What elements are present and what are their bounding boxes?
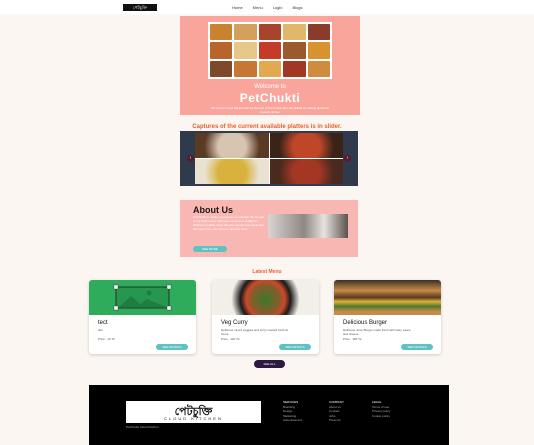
- menu-card[interactable]: Veg Curry Delicious mixed veggies and cu…: [212, 280, 319, 354]
- card-title: Delicious Burger: [343, 320, 388, 326]
- footer-link[interactable]: Cookie policy: [372, 414, 390, 419]
- footer-legal-column: LEGAL Terms of use Privacy policy Cookie…: [372, 400, 390, 418]
- slider-caption: Captures of the current available platte…: [192, 124, 342, 130]
- about-paragraph: PetChukti is made on purpose to entertai…: [193, 215, 265, 231]
- footer-company-column: COMPANY About us Contact Jobs Press kit: [329, 400, 344, 423]
- footer: পেটচুক্তি CLOUD KITCHEN PetChukti Cloud …: [89, 385, 449, 445]
- about-heading: About Us: [193, 205, 233, 215]
- nav-link-menu[interactable]: Menu: [253, 5, 263, 10]
- card-title: tect: [98, 320, 108, 326]
- card-details-button[interactable]: SEE DETAILS: [279, 344, 311, 350]
- hero-subtitle: We Deliver Food Made fresh by Women of t…: [210, 106, 330, 114]
- footer-link[interactable]: Advertisement: [283, 418, 302, 423]
- about-see-more-button[interactable]: SEE MORE: [193, 246, 227, 252]
- platter-slider[interactable]: ‹ ›: [180, 131, 358, 186]
- see-all-button[interactable]: SEE ALL: [254, 360, 285, 368]
- card-price: Price : 10 Tk: [98, 337, 115, 341]
- about-section: About Us PetChukti is made on purpose to…: [180, 200, 358, 257]
- menu-card[interactable]: Delicious Burger Delicious Juicy Burger …: [334, 280, 441, 354]
- platter-slide-image: [195, 133, 343, 184]
- slider-prev-button[interactable]: ‹: [187, 155, 194, 162]
- latest-menu-heading: Latest Menu: [252, 269, 282, 275]
- hero-welcome-text: Welcome to: [254, 84, 286, 90]
- footer-services-column: SERVICES Branding Design Marketing Adver…: [283, 400, 302, 423]
- card-description: Delicious mixed veggies and curry cooked…: [221, 328, 288, 336]
- hero-title: PetChukti: [239, 91, 301, 105]
- card-details-button[interactable]: SEE DETAILS: [156, 344, 188, 350]
- footer-column-heading: COMPANY: [329, 400, 344, 404]
- food-collage-image: [208, 22, 332, 79]
- card-details-button[interactable]: SEE DETAILS: [401, 344, 433, 350]
- image-placeholder-icon: [89, 280, 196, 315]
- footer-link[interactable]: Press kit: [329, 418, 344, 423]
- card-description: abc: [98, 328, 103, 332]
- nav-link-blogs[interactable]: Blogs: [292, 5, 302, 10]
- hero-banner: Welcome to PetChukti We Deliver Food Mad…: [180, 16, 360, 115]
- nav-link-home[interactable]: Home: [232, 5, 243, 10]
- footer-link[interactable]: Privacy policy: [372, 409, 390, 414]
- footer-logo: পেটচুক্তি CLOUD KITCHEN: [126, 401, 261, 423]
- card-title: Veg Curry: [221, 320, 248, 326]
- card-price: Price : 165 Tk: [343, 337, 362, 341]
- veg-curry-photo: [212, 280, 319, 315]
- footer-logo-subtitle: CLOUD KITCHEN: [164, 416, 223, 421]
- slider-next-button[interactable]: ›: [344, 155, 351, 162]
- card-price: Price : 120 Tk: [221, 337, 240, 341]
- burger-photo: [334, 280, 441, 315]
- top-navbar: পেটচুক্তি Home Menu Login Blogs: [0, 0, 534, 14]
- menu-card[interactable]: tect abc Price : 10 Tk SEE DETAILS: [89, 280, 196, 354]
- footer-tagline: PetChukti Cloud Kitchen: [126, 425, 159, 429]
- site-logo[interactable]: পেটচুক্তি: [123, 4, 157, 11]
- kitchen-photo: [268, 214, 348, 238]
- nav-link-login[interactable]: Login: [273, 5, 283, 10]
- nav-links: Home Menu Login Blogs: [232, 5, 303, 10]
- card-description: Delicious Juicy Burger made fresh with t…: [343, 328, 411, 336]
